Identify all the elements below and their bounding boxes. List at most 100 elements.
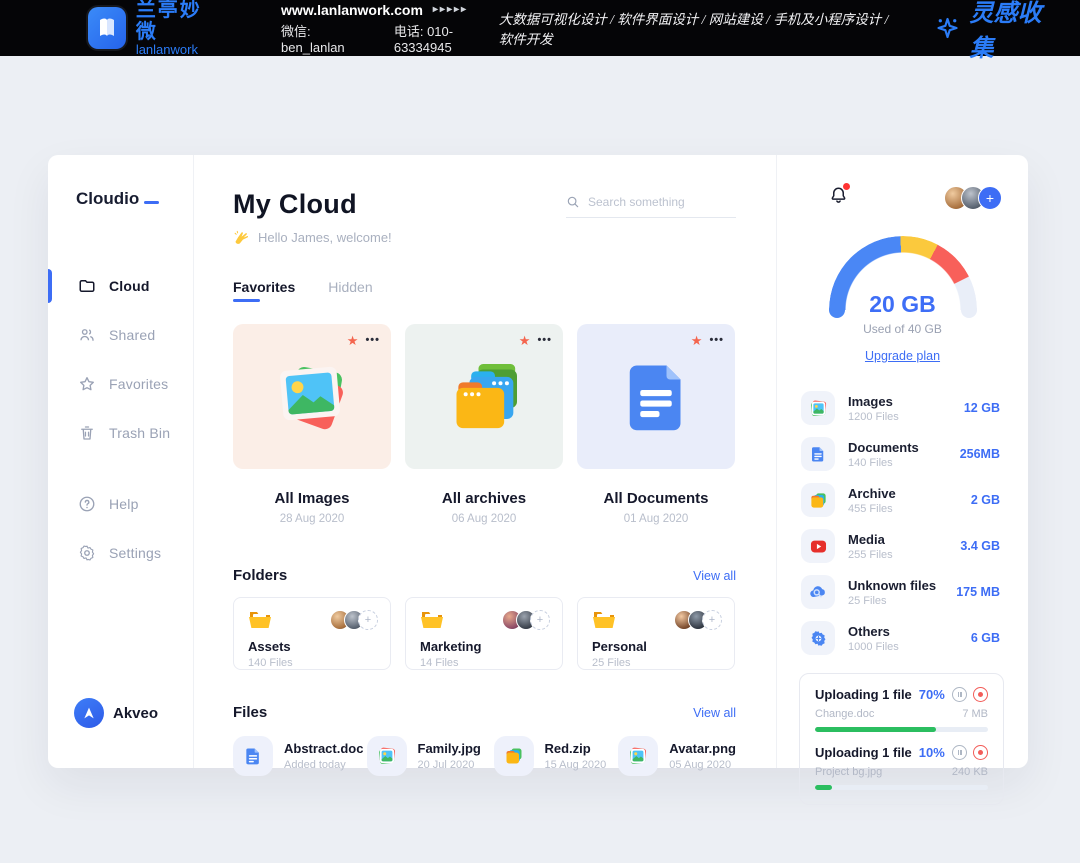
sidebar-item-settings[interactable]: Settings — [48, 528, 193, 577]
storage-row-archive[interactable]: Archive 455 Files 2 GB — [801, 477, 1000, 523]
card-menu-icon[interactable]: ••• — [537, 335, 552, 346]
favorite-star-icon[interactable]: ★ — [347, 334, 359, 347]
favorite-star-icon[interactable]: ★ — [519, 334, 531, 347]
sidebar-item-shared[interactable]: Shared — [48, 310, 193, 359]
favorite-star-icon[interactable]: ★ — [691, 334, 703, 347]
file-item-family-jpg[interactable]: Family.jpg 20 Jul 2020 — [367, 736, 480, 776]
storage-row-others[interactable]: Others 1000 Files 6 GB — [801, 615, 1000, 661]
folder-name: Assets — [248, 639, 378, 654]
search — [566, 195, 736, 246]
card-menu-icon[interactable]: ••• — [709, 335, 724, 346]
sidebar-item-help[interactable]: Help — [48, 479, 193, 528]
storage-size: 256MB — [960, 447, 1000, 461]
images-icon — [809, 399, 828, 418]
folder-files-count: 14 Files — [420, 657, 550, 669]
storage-row-documents[interactable]: Documents 140 Files 256MB — [801, 431, 1000, 477]
storage-size: 6 GB — [971, 631, 1000, 645]
document-icon — [809, 445, 827, 463]
upload-title: Uploading 1 file — [815, 745, 912, 760]
sparkle-icon — [934, 13, 961, 43]
storage-size: 12 GB — [964, 401, 1000, 415]
storage-row-images[interactable]: Images 1200 Files 12 GB — [801, 385, 1000, 431]
sidebar-item-cloud[interactable]: Cloud — [48, 261, 193, 310]
storage-files: 455 Files — [848, 503, 896, 515]
folders-section: Folders View all + Assets — [233, 567, 736, 670]
sidebar-item-trash-bin[interactable]: Trash Bin — [48, 408, 193, 457]
akveo-brand[interactable]: Akveo — [74, 698, 158, 728]
storage-used-value: 20 GB — [829, 291, 977, 318]
main-content: My Cloud Hello James, welcome! Favorites… — [194, 155, 776, 768]
logo-dash — [144, 201, 159, 205]
file-item-avatar-png[interactable]: Avatar.png 05 Aug 2020 — [618, 736, 736, 776]
files-view-all-link[interactable]: View all — [693, 706, 736, 720]
search-input[interactable] — [588, 195, 718, 209]
upload-progress-fill — [815, 785, 832, 790]
folders-stack-icon — [440, 353, 528, 441]
banner-contact: www.lanlanwork.com ▸▸▸▸▸ 微信: ben_lanlan … — [281, 2, 499, 55]
help-icon — [78, 495, 96, 513]
banner-wechat: 微信: ben_lanlan — [281, 21, 368, 55]
add-collaborator-button[interactable]: + — [530, 610, 550, 630]
gear-icon — [78, 544, 96, 562]
app-logo[interactable]: Cloudio — [48, 189, 193, 209]
right-panel: + 20 GB Used of 40 GB Upgrade plan Image… — [776, 155, 1028, 768]
storage-label: Images — [848, 394, 899, 409]
pause-upload-button[interactable] — [952, 687, 967, 702]
pause-upload-button[interactable] — [952, 745, 967, 760]
banner-website: www.lanlanwork.com — [281, 2, 423, 18]
storage-size: 3.4 GB — [960, 539, 1000, 553]
add-collaborator-button[interactable]: + — [358, 610, 378, 630]
folder-card-marketing[interactable]: + Marketing 14 Files — [405, 597, 563, 670]
file-item-red-zip[interactable]: Red.zip 15 Aug 2020 — [494, 736, 607, 776]
upload-filename: Project bg.jpg — [815, 766, 882, 778]
tab-favorites[interactable]: Favorites — [233, 279, 295, 302]
files-heading: Files — [233, 704, 267, 721]
card-all-archives[interactable]: ★ ••• — [405, 324, 563, 525]
page-title: My Cloud — [233, 189, 392, 220]
files-section: Files View all Abstract.doc Added today — [233, 704, 736, 776]
folder-card-assets[interactable]: + Assets 140 Files — [233, 597, 391, 670]
storage-row-media[interactable]: Media 255 Files 3.4 GB — [801, 523, 1000, 569]
search-icon — [566, 195, 580, 209]
folders-view-all-link[interactable]: View all — [693, 569, 736, 583]
storage-files: 140 Files — [848, 457, 919, 469]
card-title: All archives — [405, 490, 563, 507]
upload-progress-bar — [815, 727, 988, 732]
upload-size: 7 MB — [962, 708, 988, 720]
card-menu-icon[interactable]: ••• — [365, 335, 380, 346]
cloudio-app-window: Cloudio Cloud Shared Favorites — [48, 155, 1028, 768]
file-date: Added today — [284, 759, 363, 771]
folder-files-count: 140 Files — [248, 657, 378, 669]
file-date: 05 Aug 2020 — [669, 759, 736, 771]
file-item-abstract-doc[interactable]: Abstract.doc Added today — [233, 736, 367, 776]
screen: 兰亭妙微 lanlanwork www.lanlanwork.com ▸▸▸▸▸… — [0, 0, 1080, 863]
open-folder-icon — [420, 609, 444, 631]
file-date: 20 Jul 2020 — [418, 759, 481, 771]
cancel-upload-button[interactable] — [973, 745, 988, 760]
akveo-logo-icon — [74, 698, 104, 728]
file-name: Family.jpg — [418, 741, 481, 756]
sidebar-item-label: Settings — [109, 545, 161, 561]
folder-card-personal[interactable]: + Personal 25 Files — [577, 597, 735, 670]
folders-heading: Folders — [233, 567, 287, 584]
banner-brand-cn: 兰亭妙微 — [136, 0, 215, 43]
tab-hidden[interactable]: Hidden — [328, 279, 372, 302]
storage-row-unknown-files[interactable]: Unknown files 25 Files 175 MB — [801, 569, 1000, 615]
banner-services: 大数据可视化设计 / 软件界面设计 / 网站建设 / 手机及小程序设计 / 软件… — [499, 8, 905, 48]
add-member-button[interactable]: + — [978, 186, 1002, 210]
upload-title: Uploading 1 file — [815, 687, 912, 702]
add-collaborator-button[interactable]: + — [702, 610, 722, 630]
sidebar-item-favorites[interactable]: Favorites — [48, 359, 193, 408]
card-all-documents[interactable]: ★ ••• All Documents 01 Aug 2020 — [577, 324, 735, 525]
file-name: Abstract.doc — [284, 741, 363, 756]
banner-collect-label: 灵感收集 — [969, 0, 1056, 63]
sidebar-item-label: Help — [109, 496, 139, 512]
cancel-upload-button[interactable] — [973, 687, 988, 702]
sidebar: Cloudio Cloud Shared Favorites — [48, 155, 194, 768]
card-title: All Images — [233, 490, 391, 507]
upload-progress-bar — [815, 785, 988, 790]
storage-label: Unknown files — [848, 578, 936, 593]
card-all-images[interactable]: ★ ••• — [233, 324, 391, 525]
archive-icon — [809, 491, 828, 510]
notifications-bell-icon[interactable] — [829, 185, 848, 210]
